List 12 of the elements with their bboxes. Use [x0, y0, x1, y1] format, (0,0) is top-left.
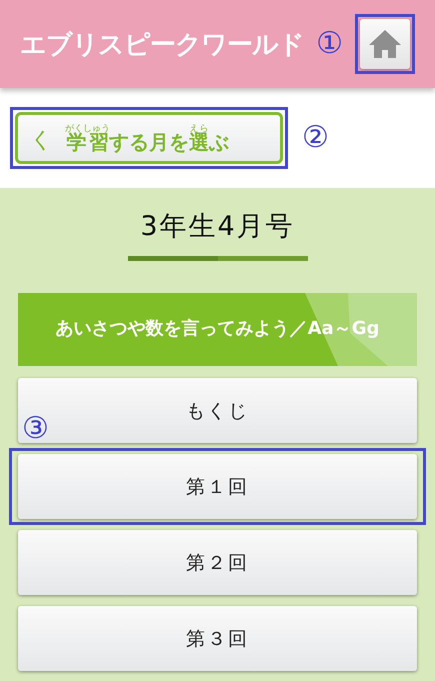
- callout-number: ②: [302, 123, 329, 153]
- highlight-frame: [355, 14, 415, 74]
- app-logo: エブリスピークワールド: [20, 28, 305, 62]
- lesson-button[interactable]: 第２回: [18, 530, 417, 595]
- callout-number: ③: [22, 414, 49, 444]
- callout-number: ①: [316, 29, 343, 59]
- home-button[interactable]: [360, 19, 410, 69]
- lesson-button[interactable]: 第１回: [18, 454, 417, 519]
- lesson-button[interactable]: 第３回: [18, 606, 417, 671]
- issue-title: 3年生4月号: [140, 210, 295, 244]
- home-icon: [368, 29, 402, 59]
- banner-text: あいさつや数を言ってみよう／Aa～Gg: [54, 318, 380, 341]
